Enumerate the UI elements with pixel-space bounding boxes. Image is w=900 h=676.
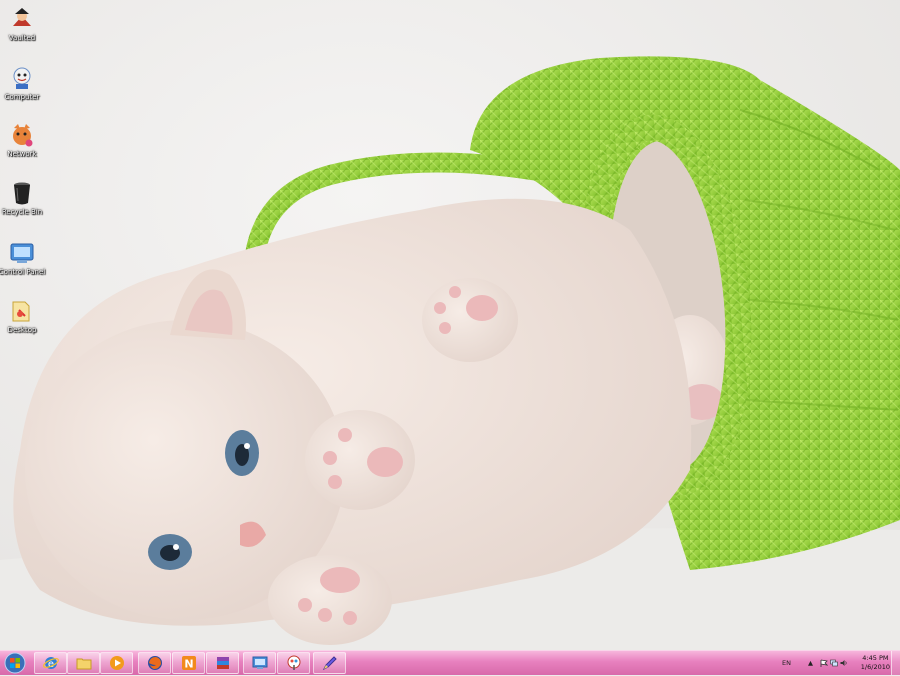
clock[interactable]: 4:45 PM 1/6/2010 xyxy=(861,654,890,672)
desktop-icon-computer[interactable]: Computer xyxy=(2,65,42,101)
clock-time: 4:45 PM xyxy=(862,654,889,662)
taskbar-remote-desktop[interactable] xyxy=(243,652,276,674)
media-player-icon xyxy=(109,656,124,670)
language-indicator[interactable]: EN xyxy=(782,659,791,667)
desktop-icon-vaulted[interactable]: Vaulted xyxy=(2,6,42,42)
desktop-wallpaper xyxy=(0,0,900,650)
clock-date: 1/6/2010 xyxy=(860,663,890,671)
desktop-icon-recycle-bin[interactable]: Recycle Bin xyxy=(2,180,42,216)
taskbar: e N EN ▲ 4:45 PM 1/6/2010 xyxy=(0,650,900,675)
desktop-icon-label: Vaulted xyxy=(8,34,36,42)
volume-icon[interactable] xyxy=(840,659,848,667)
computer-icon xyxy=(13,67,31,89)
network-icon xyxy=(13,124,33,147)
ie-icon: e xyxy=(42,657,59,670)
desktop-icon-label: Recycle Bin xyxy=(1,208,43,216)
user-folder-icon xyxy=(13,8,31,26)
start-button[interactable] xyxy=(2,652,28,674)
desktop-icon-control-panel[interactable]: Control Panel xyxy=(0,240,46,276)
desktop-icon-label: Computer xyxy=(4,93,40,101)
taskbar-media-player[interactable] xyxy=(100,652,133,674)
remote-desktop-icon xyxy=(252,656,267,669)
desktop-icon-label: Network xyxy=(7,150,37,158)
desktop-icon-network[interactable]: Network xyxy=(2,122,42,158)
taskbar-internet-explorer[interactable]: e xyxy=(34,652,67,674)
folder-icon xyxy=(76,658,91,670)
network-tray-icon[interactable] xyxy=(830,659,838,667)
windows-logo-icon xyxy=(4,652,26,674)
taskbar-winrar[interactable] xyxy=(206,652,239,674)
action-center-flag-icon[interactable] xyxy=(820,659,828,667)
show-desktop-button[interactable] xyxy=(891,651,900,675)
paint-icon xyxy=(287,655,300,670)
taskbar-n-app[interactable]: N xyxy=(172,652,205,674)
system-tray: EN ▲ 4:45 PM 1/6/2010 xyxy=(770,651,900,676)
firefox-icon xyxy=(147,656,162,670)
taskbar-firefox[interactable] xyxy=(138,652,171,674)
desktop-icon-label: Desktop xyxy=(7,326,37,334)
desktop-folder-icon xyxy=(12,301,30,322)
desktop-icon-desktop[interactable]: Desktop xyxy=(2,298,42,334)
control-panel-icon xyxy=(10,243,34,263)
taskbar-windows-explorer[interactable] xyxy=(67,652,100,674)
n-app-icon: N xyxy=(181,656,196,671)
taskbar-editor[interactable] xyxy=(313,652,346,674)
winrar-icon xyxy=(216,657,229,669)
show-hidden-icons-chevron-icon[interactable]: ▲ xyxy=(808,659,813,667)
taskbar-paint[interactable] xyxy=(277,652,310,674)
svg-text:N: N xyxy=(184,658,193,671)
pen-icon xyxy=(322,656,337,671)
recycle-bin-icon xyxy=(14,182,30,205)
desktop-icon-label: Control Panel xyxy=(0,268,46,276)
